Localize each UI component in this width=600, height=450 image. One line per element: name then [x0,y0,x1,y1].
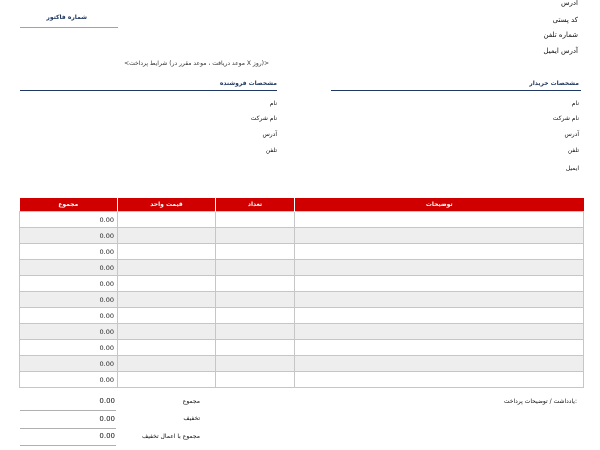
total-after-discount-value: 0.00 [99,432,115,440]
row-description-cell [294,211,584,228]
seller-phone-label: تلفن [265,147,277,154]
discount-label: تخفیف [183,415,200,422]
row-unit-price-cell [117,323,216,340]
seller-heading: مشخصات فروشنده [219,80,277,87]
phone-number-label: شماره تلفن [543,31,578,39]
total-after-discount-label: مجموع با اعمال تخفیف [142,433,200,440]
seller-company-label: نام شرکت [250,115,277,122]
postal-code-label: کد پستی [552,16,578,24]
table-row: 0.00 [19,243,584,260]
subtotal-value: 0.00 [99,397,115,405]
table-row: 0.00 [19,211,584,228]
seller-heading-rule [20,90,277,91]
row-total-cell: 0.00 [19,355,118,372]
seller-address-label: آدرس [262,131,277,138]
buyer-phone-label: تلفن [567,147,579,154]
row-description-cell [294,307,584,324]
row-quantity-cell [215,243,295,260]
row-description-cell [294,355,584,372]
payment-terms-text: <شرایط پرداخت (موعد دریافت ، موعد مقرر د… [124,60,269,67]
buyer-heading-rule [331,90,581,91]
row-total-cell: 0.00 [19,227,118,244]
row-description-cell [294,291,584,308]
row-total-cell: 0.00 [19,339,118,356]
row-description-cell [294,275,584,292]
buyer-address-label: آدرس [564,131,579,138]
invoice-number-label: شماره فاکتور [46,14,87,21]
row-description-cell [294,323,584,340]
seller-name-label: نام [269,100,277,107]
email-address-label: آدرس ایمیل [543,47,578,55]
row-quantity-cell [215,323,295,340]
row-quantity-cell [215,307,295,324]
row-quantity-cell [215,211,295,228]
subtotal-rule [20,410,116,411]
row-total-cell: 0.00 [19,371,118,388]
row-quantity-cell [215,275,295,292]
row-total-cell: 0.00 [19,291,118,308]
subtotal-label: مجموع [182,398,200,405]
row-unit-price-cell [117,211,216,228]
quantity-column-header: تعداد [215,198,295,212]
buyer-company-label: نام شرکت [552,115,579,122]
notes-label: یادداشت / توضیحات پرداخت: [503,398,577,405]
row-quantity-cell [215,259,295,276]
table-row: 0.00 [19,339,584,356]
buyer-heading: مشخصات خریدار [529,80,579,87]
row-total-cell: 0.00 [19,243,118,260]
table-row: 0.00 [19,227,584,244]
row-quantity-cell [215,339,295,356]
row-quantity-cell [215,355,295,372]
description-column-header: توضیحات [294,198,584,212]
discount-rule [20,428,116,429]
row-description-cell [294,339,584,356]
row-quantity-cell [215,227,295,244]
row-total-cell: 0.00 [19,323,118,340]
row-unit-price-cell [117,275,216,292]
table-row: 0.00 [19,291,584,308]
total-column-header: مجموع [19,198,118,212]
row-description-cell [294,227,584,244]
items-table: مجموع قیمت واحد تعداد توضیحات 0.00 0.00 0.… [19,198,584,388]
row-unit-price-cell [117,227,216,244]
row-total-cell: 0.00 [19,307,118,324]
row-unit-price-cell [117,339,216,356]
row-unit-price-cell [117,259,216,276]
items-table-header: مجموع قیمت واحد تعداد توضیحات [19,198,584,212]
table-row: 0.00 [19,307,584,324]
buyer-name-label: نام [571,100,579,107]
invoice-number-underline [20,27,118,28]
buyer-email-label: ایمیل [565,165,579,172]
row-unit-price-cell [117,291,216,308]
table-row: 0.00 [19,323,584,340]
table-row: 0.00 [19,275,584,292]
row-total-cell: 0.00 [19,275,118,292]
table-row: 0.00 [19,259,584,276]
row-unit-price-cell [117,243,216,260]
row-unit-price-cell [117,307,216,324]
row-unit-price-cell [117,371,216,388]
table-row: 0.00 [19,371,584,388]
row-quantity-cell [215,371,295,388]
row-total-cell: 0.00 [19,259,118,276]
row-unit-price-cell [117,355,216,372]
total-after-discount-rule [20,445,116,446]
row-description-cell [294,243,584,260]
row-description-cell [294,259,584,276]
discount-value: 0.00 [99,415,115,423]
table-row: 0.00 [19,355,584,372]
row-description-cell [294,371,584,388]
unit-price-column-header: قیمت واحد [117,198,216,212]
row-quantity-cell [215,291,295,308]
row-total-cell: 0.00 [19,211,118,228]
address-label: آدرس [561,0,578,7]
